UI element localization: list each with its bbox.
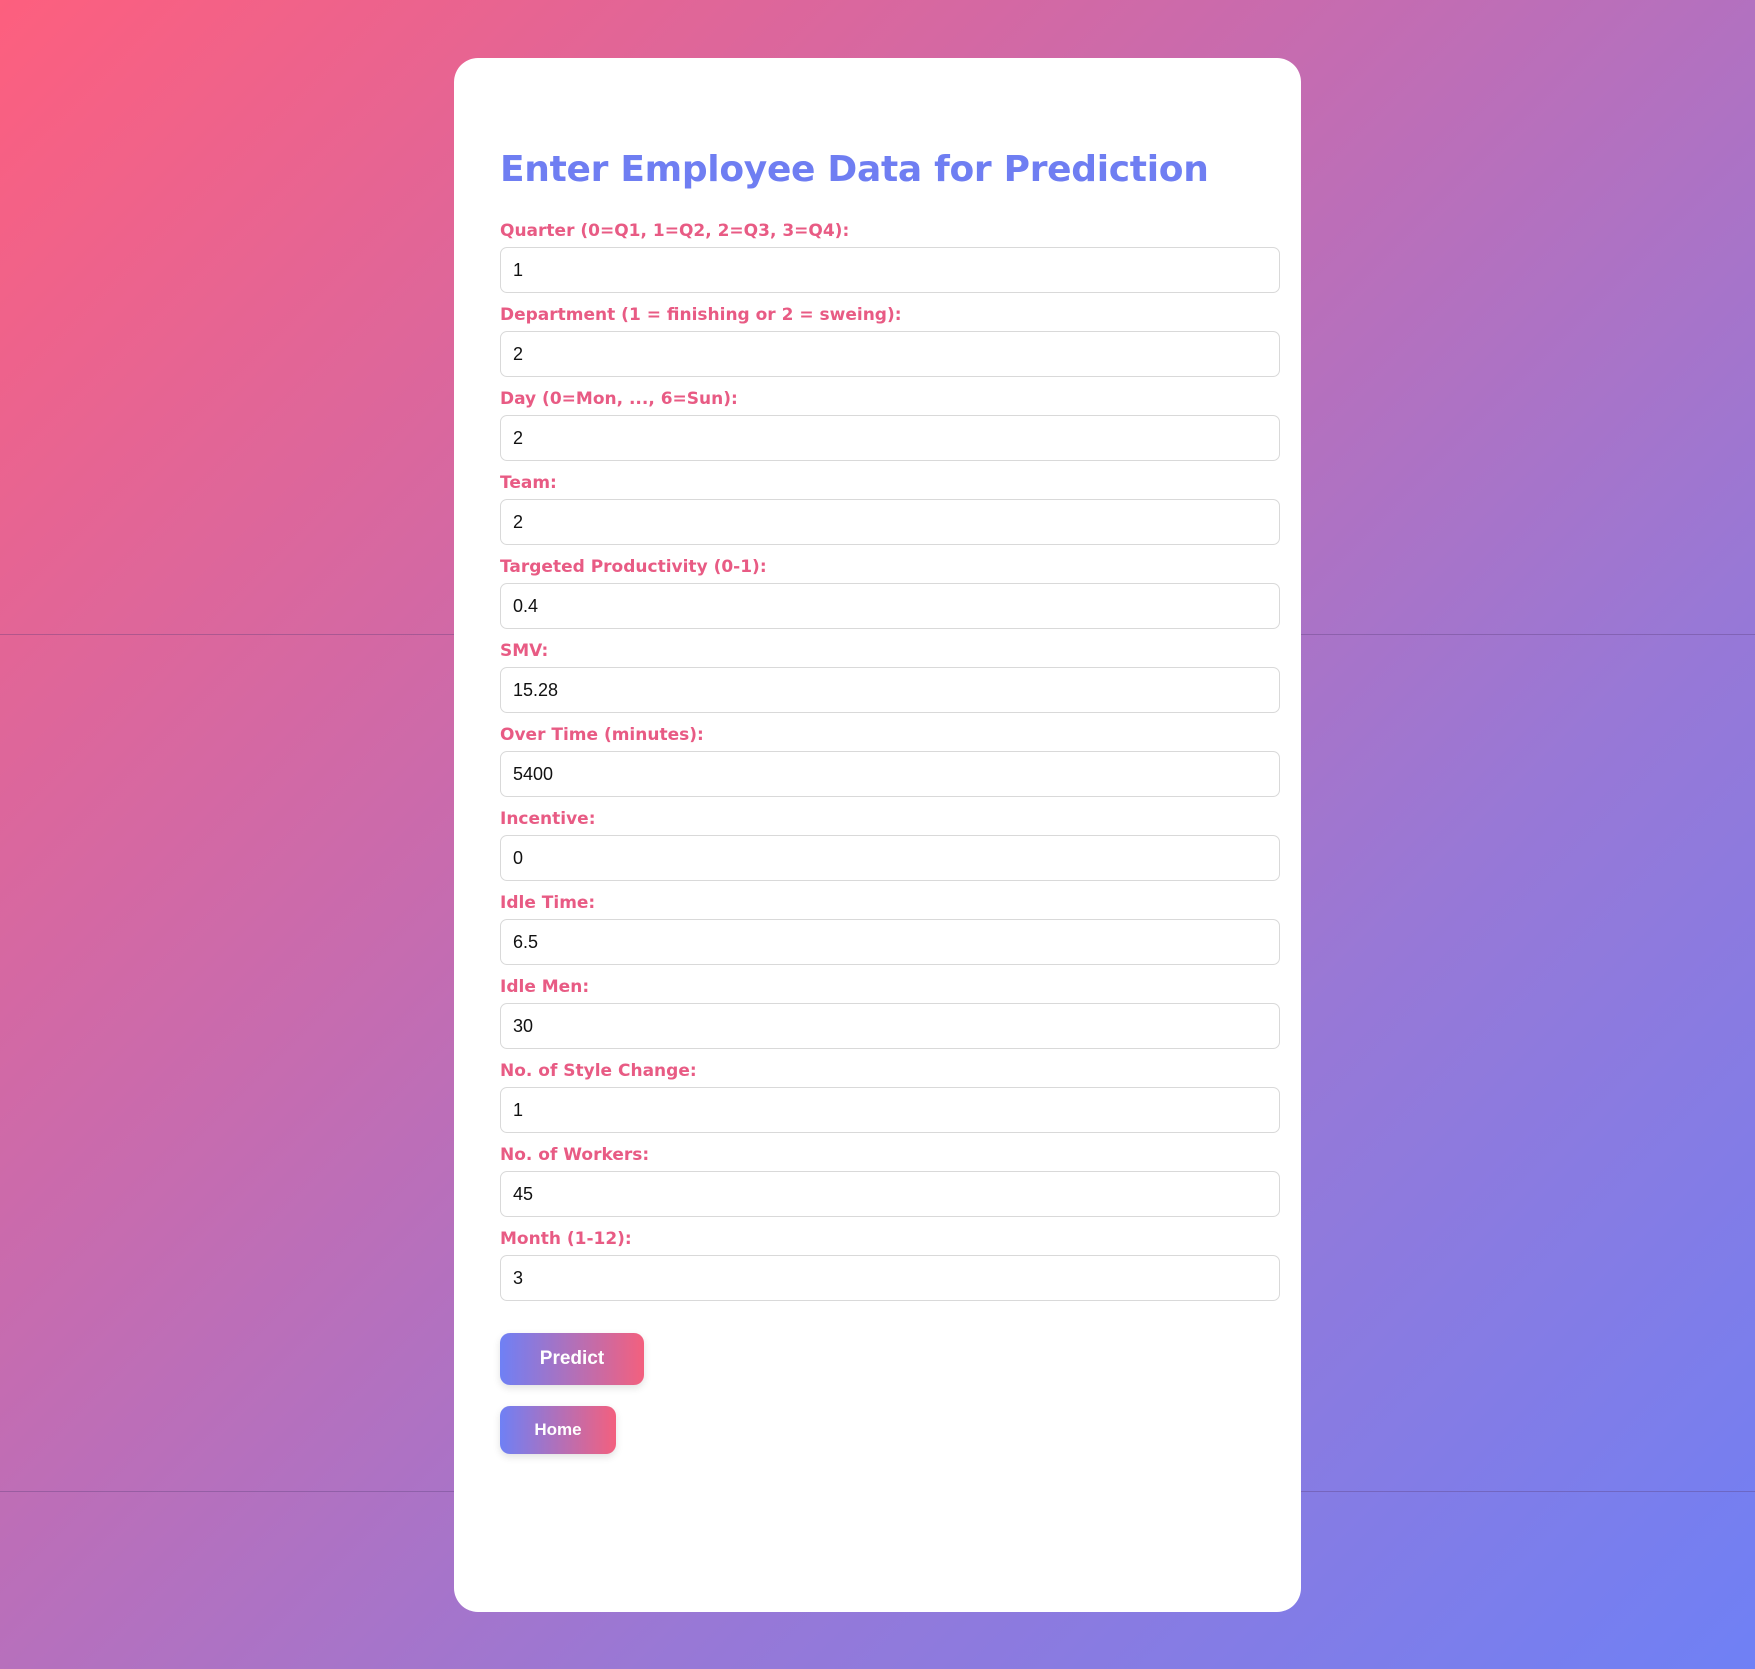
targeted-productivity-input[interactable] — [500, 583, 1280, 629]
over-time-input[interactable] — [500, 751, 1280, 797]
prediction-form-card: Enter Employee Data for Prediction Quart… — [454, 58, 1301, 1612]
field-department: Department (1 = finishing or 2 = sweing)… — [500, 304, 1280, 377]
field-team: Team: — [500, 472, 1280, 545]
field-month: Month (1-12): — [500, 1228, 1280, 1301]
field-smv: SMV: — [500, 640, 1280, 713]
incentive-input[interactable] — [500, 835, 1280, 881]
department-input[interactable] — [500, 331, 1280, 377]
style-change-label: No. of Style Change: — [500, 1061, 697, 1081]
idle-time-input[interactable] — [500, 919, 1280, 965]
quarter-label: Quarter (0=Q1, 1=Q2, 2=Q3, 3=Q4): — [500, 221, 850, 241]
targeted-productivity-label: Targeted Productivity (0-1): — [500, 557, 767, 577]
team-input[interactable] — [500, 499, 1280, 545]
field-quarter: Quarter (0=Q1, 1=Q2, 2=Q3, 3=Q4): — [500, 220, 1280, 293]
department-label: Department (1 = finishing or 2 = sweing)… — [500, 305, 902, 325]
idle-men-input[interactable] — [500, 1003, 1280, 1049]
field-idle-time: Idle Time: — [500, 892, 1280, 965]
over-time-label: Over Time (minutes): — [500, 725, 704, 745]
month-label: Month (1-12): — [500, 1229, 632, 1249]
day-input[interactable] — [500, 415, 1280, 461]
field-over-time: Over Time (minutes): — [500, 724, 1280, 797]
incentive-label: Incentive: — [500, 809, 596, 829]
workers-label: No. of Workers: — [500, 1145, 650, 1165]
page-title: Enter Employee Data for Prediction — [500, 149, 1209, 190]
month-input[interactable] — [500, 1255, 1280, 1301]
style-change-input[interactable] — [500, 1087, 1280, 1133]
predict-button[interactable]: Predict — [500, 1333, 644, 1385]
field-day: Day (0=Mon, ..., 6=Sun): — [500, 388, 1280, 461]
field-idle-men: Idle Men: — [500, 976, 1280, 1049]
day-label: Day (0=Mon, ..., 6=Sun): — [500, 389, 738, 409]
home-button[interactable]: Home — [500, 1406, 616, 1454]
idle-men-label: Idle Men: — [500, 977, 590, 997]
smv-input[interactable] — [500, 667, 1280, 713]
workers-input[interactable] — [500, 1171, 1280, 1217]
field-workers: No. of Workers: — [500, 1144, 1280, 1217]
field-style-change: No. of Style Change: — [500, 1060, 1280, 1133]
field-targeted-productivity: Targeted Productivity (0-1): — [500, 556, 1280, 629]
idle-time-label: Idle Time: — [500, 893, 596, 913]
smv-label: SMV: — [500, 641, 549, 661]
field-incentive: Incentive: — [500, 808, 1280, 881]
quarter-input[interactable] — [500, 247, 1280, 293]
team-label: Team: — [500, 473, 557, 493]
